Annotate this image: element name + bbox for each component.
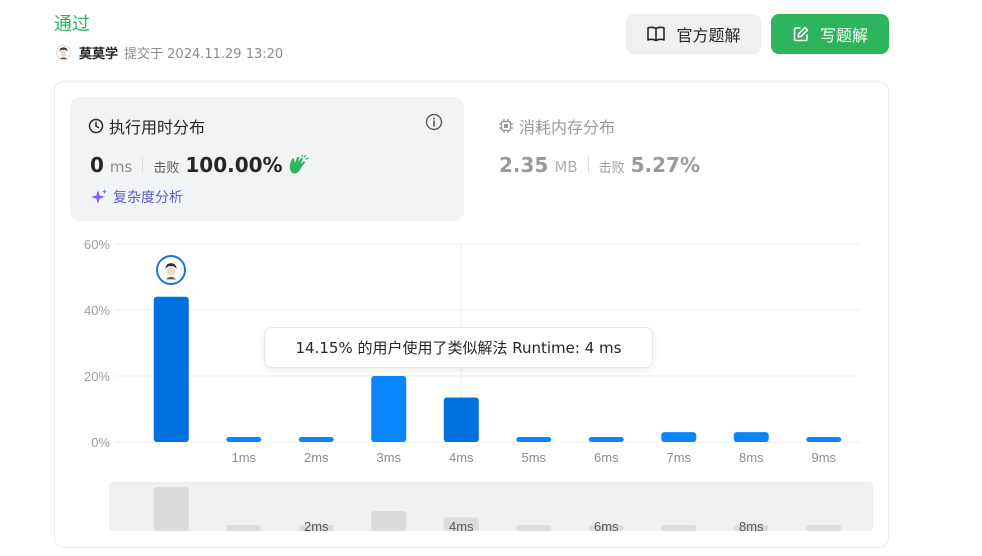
write-solution-button[interactable]: 写题解 [771, 14, 889, 54]
book-icon [647, 26, 666, 42]
chip-icon [499, 119, 513, 133]
memory-beat-value: 5.27% [630, 153, 700, 177]
write-solution-label: 写题解 [819, 26, 868, 45]
runtime-value: 0 [90, 153, 104, 177]
memory-unit: MB [554, 158, 578, 176]
divider [142, 157, 144, 173]
runtime-unit: ms [109, 158, 133, 176]
submitted-time: 提交于 2024.11.29 13:20 [124, 47, 284, 62]
clapping-hands-icon [289, 155, 309, 174]
runtime-title: 执行用时分布 [88, 114, 205, 138]
official-solution-label: 官方题解 [676, 26, 741, 45]
user-avatar-icon [165, 263, 177, 280]
chart-tooltip: 14.15% 的用户使用了类似解法 Runtime: 4 ms [264, 327, 653, 368]
chart-range-brush[interactable] [109, 482, 873, 531]
clock-icon [88, 118, 104, 134]
complexity-analysis-link[interactable]: 复杂度分析 [90, 187, 183, 207]
runtime-beat-value: 100.00% [185, 153, 283, 177]
complexity-label: 复杂度分析 [113, 190, 183, 206]
status-accepted: 通过 [54, 14, 90, 35]
divider [587, 157, 589, 173]
memory-value: 2.35 [499, 153, 549, 177]
memory-title: 消耗内存分布 [498, 114, 615, 138]
my-submission-marker[interactable] [156, 255, 186, 285]
user-avatar-icon[interactable] [56, 45, 71, 60]
official-solution-button[interactable]: 官方题解 [626, 14, 761, 54]
edit-icon [793, 26, 809, 42]
runtime-stats: 0 ms 击败 100.00% [90, 153, 309, 177]
info-icon[interactable] [425, 113, 443, 131]
sparkle-icon [91, 189, 107, 204]
submission-meta: 莫莫学 提交于 2024.11.29 13:20 [56, 43, 283, 62]
memory-beat-label: 击败 [598, 161, 625, 176]
runtime-card[interactable]: 执行用时分布 0 ms 击败 100.00% 复杂度分析 [70, 97, 464, 221]
user-name[interactable]: 莫莫学 [79, 43, 118, 62]
memory-stats: 2.35 MB 击败 5.27% [499, 153, 700, 177]
runtime-beat-label: 击败 [153, 161, 180, 176]
